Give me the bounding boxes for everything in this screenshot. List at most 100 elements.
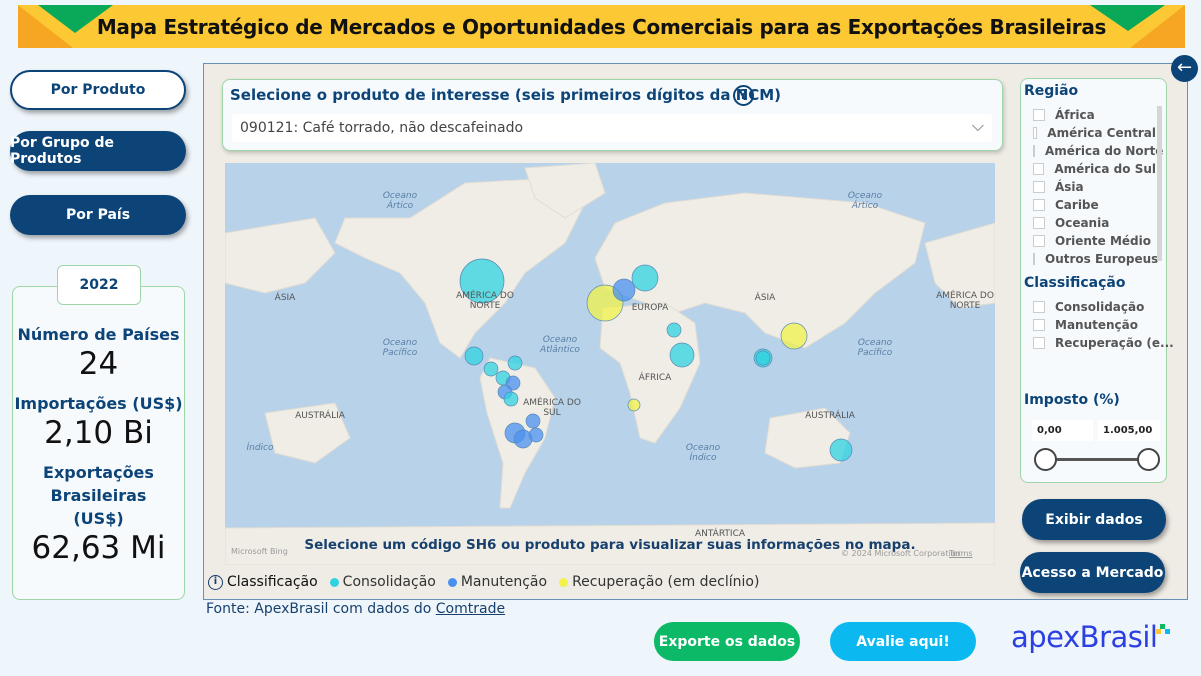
classification-title: Classificação [1024, 275, 1126, 291]
checkbox-label: Outros Europeus [1045, 252, 1159, 266]
market-access-button[interactable]: Acesso a Mercado [1020, 552, 1165, 593]
filter-checkbox[interactable]: Manutenção [1021, 316, 1174, 334]
product-selector-card: Selecione o produto de interesse (seis p… [222, 79, 1003, 151]
filter-checkbox[interactable]: África [1021, 106, 1156, 124]
countries-label: Número de Países [17, 325, 180, 344]
checkbox-icon [1033, 145, 1035, 157]
country-bubble[interactable] [528, 427, 544, 443]
map-label-oceano-pacifico-2: Oceano Pacífico [857, 338, 893, 358]
checkbox-icon [1033, 337, 1045, 349]
checkbox-label: Oceania [1055, 216, 1110, 230]
country-bubble[interactable] [780, 322, 808, 350]
filter-checkbox[interactable]: Recuperação (e... [1021, 334, 1174, 352]
map-label-asia-w: ÁSIA [274, 293, 296, 303]
country-bubble[interactable] [612, 278, 636, 302]
checkbox-icon [1033, 199, 1045, 211]
imports-label: Importações (US$) [14, 394, 183, 413]
checkbox-icon [1033, 127, 1038, 139]
country-bubble[interactable] [755, 350, 771, 366]
product-dropdown[interactable]: 090121: Café torrado, não descafeinado ⌵ [232, 114, 992, 142]
tax-max-input[interactable]: 1.005,00 [1098, 420, 1160, 441]
checkbox-label: Caribe [1055, 198, 1099, 212]
tax-slider-min-handle[interactable] [1034, 448, 1057, 471]
checkbox-label: África [1055, 108, 1095, 122]
map-terms-link[interactable]: Terms [949, 549, 973, 558]
map-legend: i Classificação Consolidação Manutenção … [208, 574, 759, 590]
info-icon: i [208, 574, 223, 590]
source-prefix: Fonte: ApexBrasil com dados do [206, 601, 436, 617]
checkbox-icon [1033, 109, 1045, 121]
filter-checkbox[interactable]: América do Norte [1021, 142, 1163, 160]
legend-item: Consolidação [342, 574, 436, 590]
world-map[interactable]: Oceano Ártico Oceano Ártico ÁSIA AMÉRICA DO… [225, 163, 995, 565]
legend-item: Recuperação (em declínio) [572, 574, 760, 590]
country-bubble[interactable] [503, 391, 519, 407]
tax-slider-track [1046, 458, 1148, 461]
checkbox-icon [1033, 181, 1045, 193]
region-title: Região [1024, 83, 1079, 99]
country-bubble[interactable] [666, 322, 682, 338]
checkbox-icon [1033, 319, 1045, 331]
legend-title: Classificação [227, 574, 318, 590]
checkbox-label: Recuperação (e... [1055, 336, 1174, 350]
checkbox-label: América do Norte [1045, 144, 1164, 158]
filter-checkbox[interactable]: Caribe [1021, 196, 1156, 214]
filter-checkbox[interactable]: Oriente Médio [1021, 232, 1156, 250]
filter-panel: Região África América Central América do N… [1020, 78, 1174, 483]
checkbox-label: Consolidação [1055, 300, 1145, 314]
filter-checkbox[interactable]: Consolidação [1021, 298, 1174, 316]
filter-checkbox[interactable]: Outros Europeus [1021, 250, 1159, 268]
map-label-africa: ÁFRICA [638, 373, 672, 383]
selector-title: Selecione o produto de interesse (seis p… [230, 86, 782, 104]
imports-value: 2,10 Bi [44, 415, 153, 451]
exports-value: 62,63 Mi [31, 530, 166, 566]
legend-dot-consolidation [329, 577, 339, 587]
map-label-america-norte-e: AMÉRICA DO NORTE [936, 291, 994, 311]
country-bubble[interactable] [627, 398, 641, 412]
product-dropdown-value: 090121: Café torrado, não descafeinado [240, 120, 524, 136]
by-product-button[interactable]: Por Produto [10, 70, 186, 110]
header-banner: Mapa Estratégico de Mercados e Oportunid… [18, 5, 1185, 48]
tax-slider-max-handle[interactable] [1137, 448, 1160, 471]
show-data-button[interactable]: Exibir dados [1022, 499, 1166, 540]
region-scrollbar[interactable] [1157, 106, 1162, 261]
filter-checkbox[interactable]: América do Sul [1021, 160, 1156, 178]
country-bubble[interactable] [829, 438, 853, 462]
legend-dot-maintenance [447, 577, 457, 587]
rate-button[interactable]: Avalie aqui! [830, 622, 976, 661]
filter-checkbox[interactable]: Ásia [1021, 178, 1156, 196]
filter-checkbox[interactable]: Oceania [1021, 214, 1156, 232]
map-label-america-sul: AMÉRICA DO SUL [523, 398, 581, 418]
help-icon[interactable]: ? [733, 85, 754, 106]
classification-list: Consolidação Manutenção Recuperação (e... [1021, 298, 1174, 352]
apexbrasil-logo: apexBrasil [1011, 620, 1170, 654]
source-note: Fonte: ApexBrasil com dados do Comtrade [206, 601, 505, 617]
map-label-oceano-atlantico: Oceano Atlântico [540, 335, 580, 355]
by-country-button[interactable]: Por País [10, 195, 186, 235]
map-label-oceano-indico: Oceano Índico [685, 443, 721, 463]
checkbox-icon [1033, 217, 1045, 229]
checkbox-icon [1033, 301, 1045, 313]
map-label-asia: ÁSIA [754, 293, 776, 303]
legend-dot-recovery [559, 577, 569, 587]
country-bubble[interactable] [464, 346, 484, 366]
tax-title: Imposto (%) [1024, 392, 1120, 408]
back-arrow-icon[interactable]: ← [1171, 55, 1198, 82]
filter-checkbox[interactable]: América Central [1021, 124, 1156, 142]
land-west-asia [225, 217, 336, 294]
by-product-group-button[interactable]: Por Grupo de Produtos [10, 131, 186, 171]
country-bubble[interactable] [507, 355, 523, 371]
checkbox-label: Ásia [1055, 180, 1084, 194]
export-data-button[interactable]: Exporte os dados [654, 622, 800, 661]
stats-card: Número de Países 24 Importações (US$) 2,… [12, 286, 185, 600]
logo-text: apexBrasil [1011, 620, 1158, 654]
country-bubble[interactable] [669, 342, 695, 368]
map-label-europa: EUROPA [631, 303, 669, 313]
exports-label: Exportações Brasileiras (US$) [43, 463, 154, 528]
country-bubble[interactable] [483, 361, 499, 377]
comtrade-link[interactable]: Comtrade [436, 601, 505, 617]
country-bubble[interactable] [631, 264, 659, 292]
checkbox-label: Oriente Médio [1055, 234, 1151, 248]
tax-min-input[interactable]: 0,00 [1032, 420, 1093, 441]
map-label-oceano-artico-2: Oceano Ártico [847, 191, 883, 211]
